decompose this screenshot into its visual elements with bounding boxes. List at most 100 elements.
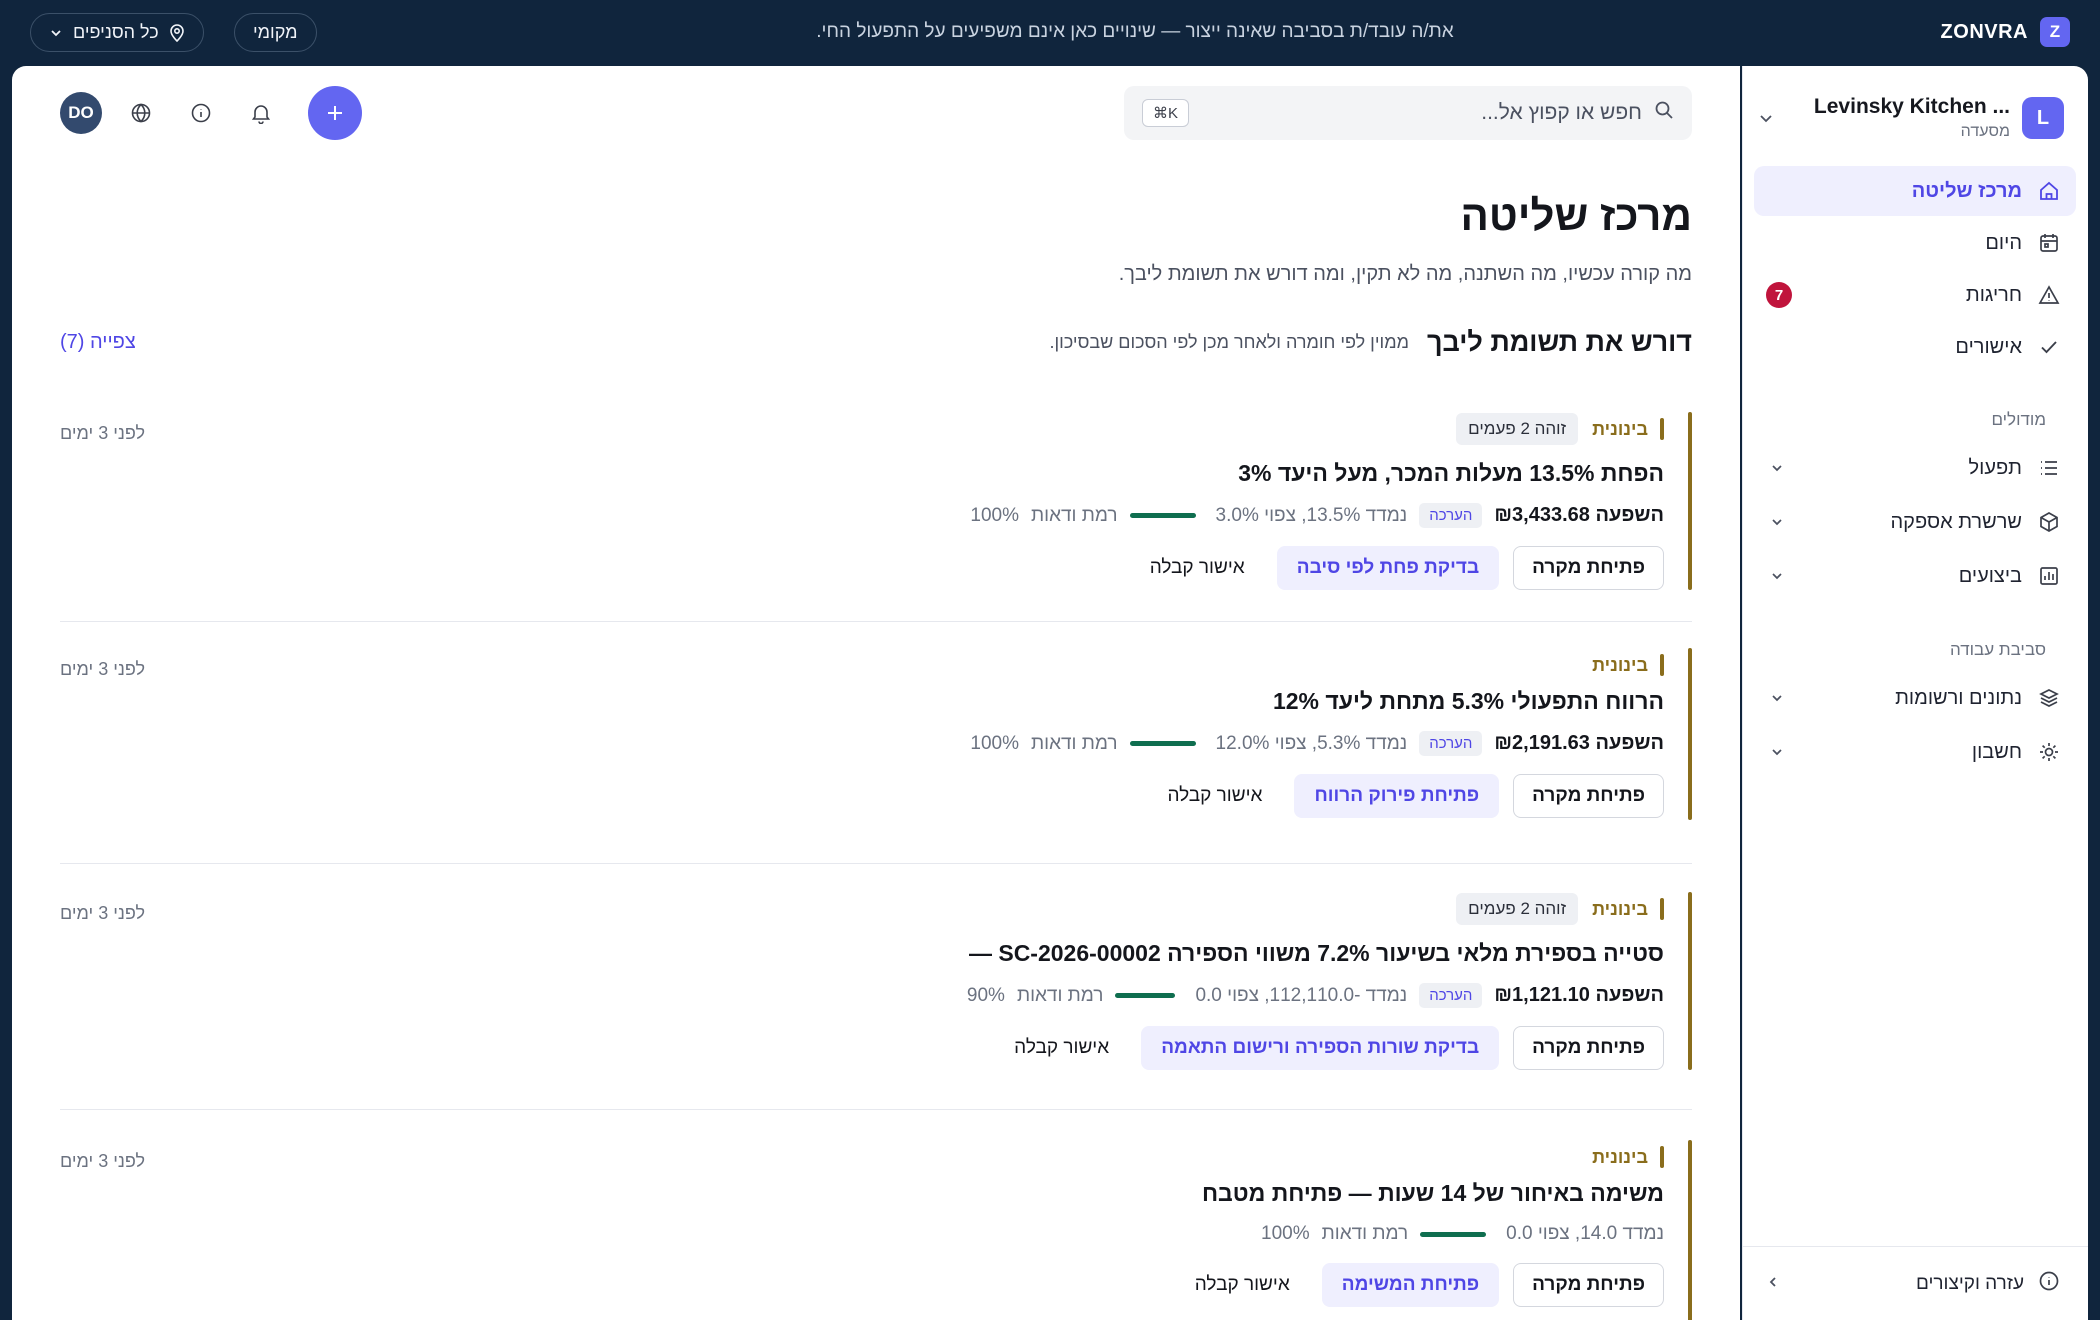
estimate-chip: הערכה — [1419, 731, 1483, 756]
acknowledge-button[interactable]: אישור קבלה — [996, 1026, 1127, 1070]
open-case-button[interactable]: פתיחת מקרה — [1513, 1263, 1664, 1307]
secondary-action-button[interactable]: בדיקת שורות הספירה ורישום התאמה — [1141, 1026, 1500, 1070]
sidebar-item-label: נתונים ורשומות — [1895, 686, 2022, 709]
acknowledge-button[interactable]: אישור קבלה — [1177, 1263, 1308, 1307]
sidebar-item-supply-chain[interactable]: שרשרת אספקה — [1754, 496, 2076, 548]
confidence-label: רמת ודאות — [1321, 1223, 1409, 1244]
card-actions: פתיחת מקרה פתיחת פירוק הרווח אישור קבלה — [60, 774, 1664, 818]
confidence-label: רמת ודאות — [1016, 984, 1104, 1006]
local-env-label: מקומי — [253, 22, 298, 42]
alert-triangle-icon — [2036, 282, 2062, 308]
sidebar-item-performance[interactable]: ביצועים — [1754, 550, 2076, 602]
page-title: מרכז שליטה — [1460, 192, 1692, 239]
card-body: בינונית הרווח התפעולי 5.3% מתחת ליעד 12%… — [60, 648, 1664, 818]
page-subtitle: מה קורה עכשיו, מה השתנה, מה לא תקין, ומה… — [1118, 263, 1692, 285]
secondary-action-button[interactable]: פתיחת המשימה — [1321, 1263, 1500, 1307]
info-icon[interactable] — [180, 92, 222, 134]
org-avatar: L — [2022, 97, 2064, 139]
impact-amount: השפעה ₪3,433.68 — [1494, 504, 1664, 526]
search-icon — [1654, 100, 1674, 126]
severity-marker — [1660, 654, 1664, 676]
sidebar-item-account[interactable]: חשבון — [1754, 726, 2076, 778]
bell-icon[interactable] — [240, 92, 282, 134]
check-icon — [2036, 334, 2062, 360]
attention-section-header: דורש את תשומת ליבך ממוין לפי חומרה ולאחר… — [60, 322, 1692, 362]
sidebar-item-label: היום — [1985, 231, 2022, 254]
seen-count-chip: זוהה 2 פעמים — [1456, 893, 1579, 925]
globe-icon[interactable] — [120, 92, 162, 134]
card-actions: פתיחת מקרה פתיחת המשימה אישור קבלה — [60, 1263, 1664, 1307]
chevron-left-icon — [1766, 1273, 1780, 1295]
search-bar[interactable]: חפש או קפוץ אל... ⌘K — [1124, 86, 1692, 140]
confidence-bar — [1115, 993, 1176, 998]
chevron-down-icon — [49, 26, 63, 40]
severity-bar — [1688, 892, 1692, 1070]
add-button[interactable] — [308, 86, 362, 140]
branch-selector[interactable]: כל הסניפים — [30, 13, 204, 52]
open-case-button[interactable]: פתיחת מקרה — [1513, 774, 1664, 818]
search-shortcut: ⌘K — [1142, 99, 1190, 127]
list-item: לפני 3 ימים בינונית משימה באיחור של 14 ש… — [60, 1140, 1692, 1320]
help-shortcuts-label: עזרה וקיצורים — [1915, 1272, 2024, 1294]
exceptions-count-badge: 7 — [1766, 282, 1792, 308]
branch-selector-label: כל הסניפים — [73, 22, 159, 42]
chevron-down-icon — [1754, 110, 1778, 126]
secondary-action-button[interactable]: פתיחת פירוק הרווח — [1294, 774, 1500, 818]
severity-label: בינונית — [1592, 654, 1664, 676]
sidebar-item-control-center[interactable]: מרכז שליטה — [1754, 166, 2076, 216]
sidebar-item-approvals[interactable]: אישורים — [1754, 322, 2076, 372]
severity-bar — [1688, 648, 1692, 820]
view-all-link[interactable]: צפייה (7) — [60, 331, 136, 354]
org-info: Levinsky Kitchen ... מסעדה — [1790, 95, 2010, 141]
card-title: הפחת 13.5% מעלות המכר, מעל היעד 3% — [1238, 460, 1664, 486]
calendar-icon — [2036, 230, 2062, 256]
help-shortcuts[interactable]: עזרה וקיצורים — [1743, 1246, 2088, 1320]
open-case-button[interactable]: פתיחת מקרה — [1513, 546, 1664, 590]
sidebar-item-data-records[interactable]: נתונים ורשומות — [1754, 672, 2076, 724]
seen-count-chip: זוהה 2 פעמים — [1456, 413, 1579, 445]
org-switcher[interactable]: L Levinsky Kitchen ... מסעדה — [1754, 92, 2064, 144]
info-icon — [2038, 1270, 2060, 1298]
section-description: ממוין לפי חומרה ולאחר מכן לפי הסכום שבסי… — [1049, 331, 1409, 352]
measured-expected: נמדד 5.3%, צפוי 12.0% — [1215, 732, 1408, 754]
chevron-down-icon — [1766, 569, 1788, 583]
search-input[interactable]: חפש או קפוץ אל... — [1201, 101, 1642, 125]
sidebar-item-today[interactable]: היום — [1754, 218, 2076, 268]
confidence-value: 90% — [966, 984, 1005, 1006]
chevron-down-icon — [1766, 515, 1788, 529]
sidebar-item-operations[interactable]: תפעול — [1754, 442, 2076, 494]
open-case-button[interactable]: פתיחת מקרה — [1513, 1026, 1664, 1070]
secondary-action-button[interactable]: בדיקת פחת לפי סיבה — [1276, 546, 1500, 590]
card-tags: בינונית זוהה 2 פעמים — [60, 892, 1664, 926]
list-item: לפני 3 ימים בינונית זוהה 2 פעמים סטייה ב… — [60, 892, 1692, 1110]
severity-marker — [1660, 1146, 1664, 1168]
card-actions: פתיחת מקרה בדיקת שורות הספירה ורישום התא… — [60, 1026, 1664, 1070]
list-icon — [2036, 455, 2062, 481]
card-meta: השפעה ₪3,433.68 הערכה נמדד 13.5%, צפוי 3… — [60, 503, 1664, 528]
environment-banner: ZONVRA Z את/ה עובד/ת בסביבה שאינה ייצור … — [0, 0, 2100, 64]
user-avatar[interactable]: DO — [60, 92, 102, 134]
sidebar-item-label: שרשרת אספקה — [1890, 510, 2023, 533]
severity-bar — [1688, 412, 1692, 590]
severity-label: בינונית — [1592, 418, 1664, 440]
sidebar-item-exceptions[interactable]: חריגות 7 — [1754, 270, 2076, 320]
workspace-section-title: סביבת עבודה — [1949, 640, 2046, 659]
gear-icon — [2036, 739, 2062, 765]
modules-section-title: מודולים — [1991, 410, 2046, 429]
box-icon — [2036, 509, 2062, 535]
section-title: דורש את תשומת ליבך — [1426, 326, 1692, 357]
local-env-pill[interactable]: מקומי — [234, 13, 317, 52]
chevron-down-icon — [1766, 691, 1788, 705]
card-tags: בינונית — [60, 648, 1664, 682]
severity-marker — [1660, 898, 1664, 920]
estimate-chip: הערכה — [1419, 983, 1483, 1008]
confidence-value: 100% — [970, 732, 1020, 754]
card-meta: השפעה ₪2,191.63 הערכה נמדד 5.3%, צפוי 12… — [60, 731, 1664, 756]
acknowledge-button[interactable]: אישור קבלה — [1149, 774, 1280, 818]
plus-icon — [328, 106, 342, 120]
card-title: סטייה בספירת מלאי בשיעור 7.2% משווי הספי… — [968, 940, 1664, 966]
acknowledge-button[interactable]: אישור קבלה — [1132, 546, 1263, 590]
card-meta: נמדד 14.0, צפוי 0.0 רמת ודאות 100% — [60, 1223, 1664, 1245]
org-name: Levinsky Kitchen ... — [1813, 95, 2010, 118]
card-body: בינונית זוהה 2 פעמים סטייה בספירת מלאי ב… — [60, 892, 1664, 1070]
